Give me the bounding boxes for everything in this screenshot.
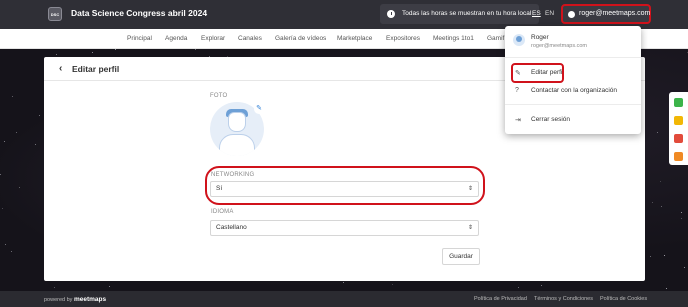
nav-item-canales[interactable]: Canales [238, 35, 262, 42]
nav-item-agenda[interactable]: Agenda [165, 35, 187, 42]
star-dot [115, 49, 116, 50]
avatar [513, 34, 525, 46]
language-label: IDIOMA [211, 209, 234, 215]
footer: powered by meetmaps Política de Privacid… [0, 291, 688, 307]
star-dot [16, 132, 17, 133]
star-dot [657, 132, 658, 133]
avatar-head [228, 112, 246, 132]
event-title: Data Science Congress abril 2024 [71, 8, 208, 18]
save-button[interactable]: Guardar [442, 248, 480, 265]
star-dot [19, 187, 20, 188]
side-toolbar [669, 92, 688, 165]
terms-link[interactable]: Términos y Condiciones [534, 296, 593, 302]
divider [505, 104, 641, 105]
star-dot [54, 287, 55, 288]
star-dot [35, 144, 36, 145]
chat-icon[interactable] [674, 98, 683, 107]
menu-item-logout[interactable]: Cerrar sesión [531, 116, 570, 123]
photo-label: FOTO [210, 93, 228, 99]
privacy-link[interactable]: Política de Privacidad [474, 296, 527, 302]
timezone-note-text: Todas las horas se muestran en tu hora l… [402, 10, 532, 17]
nav-item-principal[interactable]: Principal [127, 35, 152, 42]
question-circle-icon: ? [515, 87, 519, 94]
star-dot [11, 251, 12, 252]
powered-by: powered by meetmaps [44, 296, 106, 303]
star-dot [666, 288, 667, 289]
avatar-body [219, 134, 255, 156]
star-dot [12, 96, 13, 97]
pencil-icon[interactable]: ✎ [254, 104, 264, 114]
powered-by-text: powered by [44, 297, 73, 303]
clock-icon [387, 10, 395, 18]
star-dot [195, 49, 196, 50]
user-email: roger@meetmaps.com [579, 10, 651, 17]
star-dot [0, 174, 1, 175]
divider [505, 57, 641, 58]
star-dot [343, 282, 344, 283]
star-dot [541, 285, 542, 286]
nav-item-expositores[interactable]: Expositores [386, 35, 420, 42]
user-dropdown-menu: Roger roger@meetmaps.com ✎ Editar perfil… [505, 26, 641, 134]
cookies-link[interactable]: Política de Cookies [600, 296, 647, 302]
timezone-note: Todas las horas se muestran en tu hora l… [380, 4, 540, 24]
edit-profile-highlight [511, 63, 564, 83]
menu-user-name: Roger [531, 34, 549, 41]
meetmaps-logo[interactable]: meetmaps [74, 296, 106, 303]
star-dot [652, 202, 653, 203]
lang-es-button[interactable]: ES [532, 10, 541, 17]
event-logo[interactable]: DSC [48, 7, 62, 21]
star-dot [39, 115, 40, 116]
star-dot [392, 284, 393, 285]
nav-item-galeria-videos[interactable]: Galería de vídeos [275, 35, 326, 42]
star-dot [109, 286, 110, 287]
star-dot [4, 141, 5, 142]
nav-item-explorar[interactable]: Explorar [201, 35, 225, 42]
star-dot [518, 287, 519, 288]
star-dot [664, 255, 665, 256]
star-dot [5, 244, 6, 245]
star-dot [684, 267, 685, 268]
language-value: Castellano [216, 224, 247, 231]
star-dot [681, 218, 682, 219]
star-icon[interactable] [674, 116, 683, 125]
lang-en-button[interactable]: EN [545, 10, 554, 17]
ticket-icon[interactable] [674, 134, 683, 143]
language-select[interactable]: Castellano ⇕ [210, 220, 479, 236]
top-header: DSC Data Science Congress abril 2024 Tod… [0, 0, 688, 29]
star-dot [681, 212, 682, 213]
star-dot [56, 54, 57, 55]
menu-item-contact-org[interactable]: Contactar con la organización [531, 87, 617, 94]
nav-item-gamification[interactable]: Gamif [487, 35, 504, 42]
profile-photo[interactable]: ✎ [210, 102, 264, 156]
bell-icon[interactable] [674, 152, 683, 161]
back-arrow-icon[interactable]: ‹ [59, 63, 62, 74]
page-title: Editar perfil [72, 64, 120, 74]
star-dot [2, 208, 3, 209]
nav-item-meetings[interactable]: Meetings 1to1 [433, 35, 474, 42]
star-dot [661, 206, 662, 207]
star-dot [660, 181, 661, 182]
sort-caret-icon: ⇕ [467, 225, 473, 231]
star-dot [650, 256, 651, 257]
nav-item-marketplace[interactable]: Marketplace [337, 35, 372, 42]
logout-icon: ⇥ [515, 117, 521, 124]
user-menu-button[interactable]: roger@meetmaps.com [561, 4, 651, 24]
user-circle-icon [568, 11, 575, 18]
networking-highlight [205, 166, 485, 205]
menu-user-email: roger@meetmaps.com [531, 43, 588, 49]
star-dot [92, 52, 93, 53]
